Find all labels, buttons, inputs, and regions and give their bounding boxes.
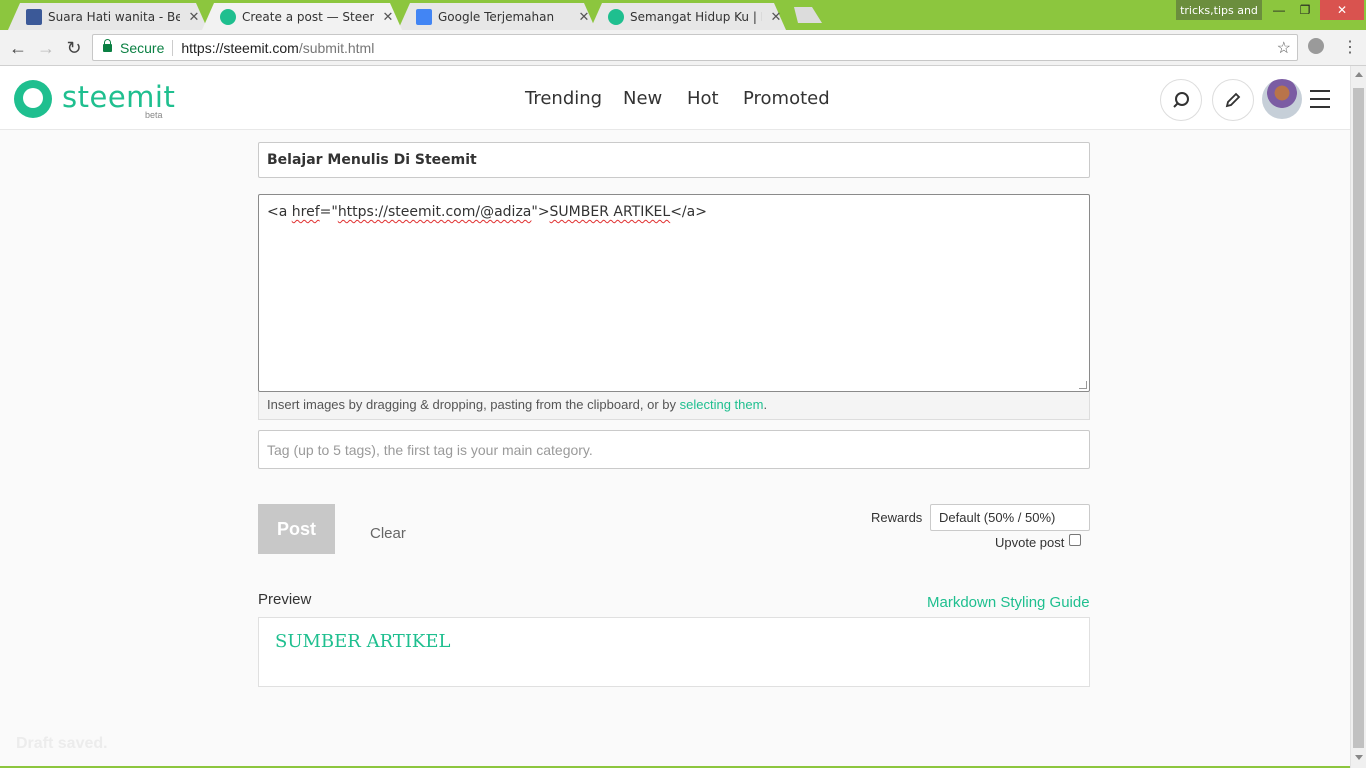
avatar[interactable] — [1262, 79, 1302, 119]
new-tab-button[interactable] — [788, 7, 822, 23]
post-body-textarea[interactable]: <a href="https://steemit.com/@adiza">SUM… — [258, 194, 1090, 392]
markdown-guide-link[interactable]: Markdown Styling Guide — [927, 594, 1090, 611]
url-path: /submit.html — [298, 39, 375, 56]
google-translate-icon — [416, 8, 432, 25]
nav-promoted[interactable]: Promoted — [743, 88, 830, 109]
page-scrollbar[interactable] — [1350, 66, 1366, 768]
rewards-label: Rewards — [871, 510, 923, 525]
tab-title: Semangat Hidup Ku | My — [630, 9, 762, 24]
browser-titlebar: Suara Hati wanita - Berand ✕ Google Terj… — [0, 0, 1366, 30]
nav-hot[interactable]: Hot — [687, 88, 719, 109]
draft-status: Draft saved. — [16, 735, 108, 752]
url-host: https://steemit.com — [181, 39, 299, 56]
steemit-icon — [608, 8, 624, 25]
site-header: steemit beta Trending New Hot Promoted — [0, 66, 1350, 130]
rewards-select[interactable]: Default (50% / 50%) — [930, 504, 1090, 531]
secure-label: Secure — [120, 39, 165, 56]
preview-box: SUMBER ARTIKEL — [258, 617, 1090, 687]
minimize-icon[interactable]: — — [1266, 0, 1292, 20]
tab-title: Create a post — Steemit — [242, 9, 374, 24]
reload-icon[interactable]: ↻ — [62, 36, 86, 60]
tab-suara-hati[interactable]: Suara Hati wanita - Berand ✕ — [8, 3, 208, 30]
body-text: <a href="https://steemit.com/@adiza">SUM… — [267, 204, 707, 220]
post-button[interactable]: Post — [258, 504, 335, 554]
logo-text[interactable]: steemit — [62, 80, 175, 114]
steemit-logo-icon[interactable] — [14, 80, 52, 118]
restore-icon[interactable]: ❐ — [1292, 0, 1318, 20]
tab-title: Google Terjemahan — [438, 9, 555, 24]
tags-input[interactable]: Tag (up to 5 tags), the first tag is you… — [258, 430, 1090, 469]
search-icon[interactable] — [1160, 79, 1202, 121]
browser-toolbar: ← → ↻ Secure https://steemit.com/submit.… — [0, 30, 1366, 66]
nav-trending[interactable]: Trending — [525, 88, 602, 109]
clear-button[interactable]: Clear — [370, 525, 406, 542]
facebook-icon — [26, 8, 42, 25]
lock-icon — [103, 38, 112, 52]
image-drop-hint: Insert images by dragging & dropping, pa… — [258, 392, 1090, 420]
back-icon[interactable]: ← — [6, 36, 30, 60]
bookmark-star-icon[interactable]: ☆ — [1277, 38, 1291, 58]
window-close-icon[interactable]: ✕ — [1320, 0, 1364, 20]
tab-google-terjemahan[interactable]: Google Terjemahan ✕ — [398, 3, 596, 30]
select-images-link[interactable]: selecting them — [680, 397, 764, 412]
close-tab-icon[interactable]: ✕ — [188, 9, 200, 25]
upvote-checkbox[interactable] — [1069, 534, 1081, 546]
tab-title: Suara Hati wanita - Berand — [48, 9, 180, 24]
upvote-label: Upvote post — [995, 535, 1065, 550]
tab-create-post[interactable]: Create a post — Steemit ✕ — [202, 3, 402, 30]
preview-link[interactable]: SUMBER ARTIKEL — [275, 631, 450, 652]
profile-chip[interactable]: tricks,tips and — [1176, 0, 1262, 20]
hamburger-menu-icon[interactable] — [1310, 90, 1330, 108]
preview-heading: Preview — [258, 591, 312, 608]
close-tab-icon[interactable]: ✕ — [578, 9, 590, 25]
address-bar[interactable]: Secure https://steemit.com/submit.html ☆ — [92, 34, 1298, 61]
extension-icon[interactable] — [1308, 38, 1324, 54]
pencil-icon[interactable] — [1212, 79, 1254, 121]
browser-menu-icon[interactable]: ⋮ — [1342, 37, 1358, 57]
steemit-icon — [220, 8, 236, 25]
close-tab-icon[interactable]: ✕ — [770, 9, 782, 25]
logo-beta: beta — [145, 110, 163, 120]
post-title-input[interactable]: Belajar Menulis Di Steemit — [258, 142, 1090, 178]
forward-icon[interactable]: → — [34, 36, 58, 60]
nav-new[interactable]: New — [623, 88, 662, 109]
resize-handle[interactable] — [1079, 381, 1087, 389]
tab-semangat-hidup[interactable]: Semangat Hidup Ku | My ✕ — [590, 3, 786, 30]
close-tab-icon[interactable]: ✕ — [382, 9, 394, 25]
